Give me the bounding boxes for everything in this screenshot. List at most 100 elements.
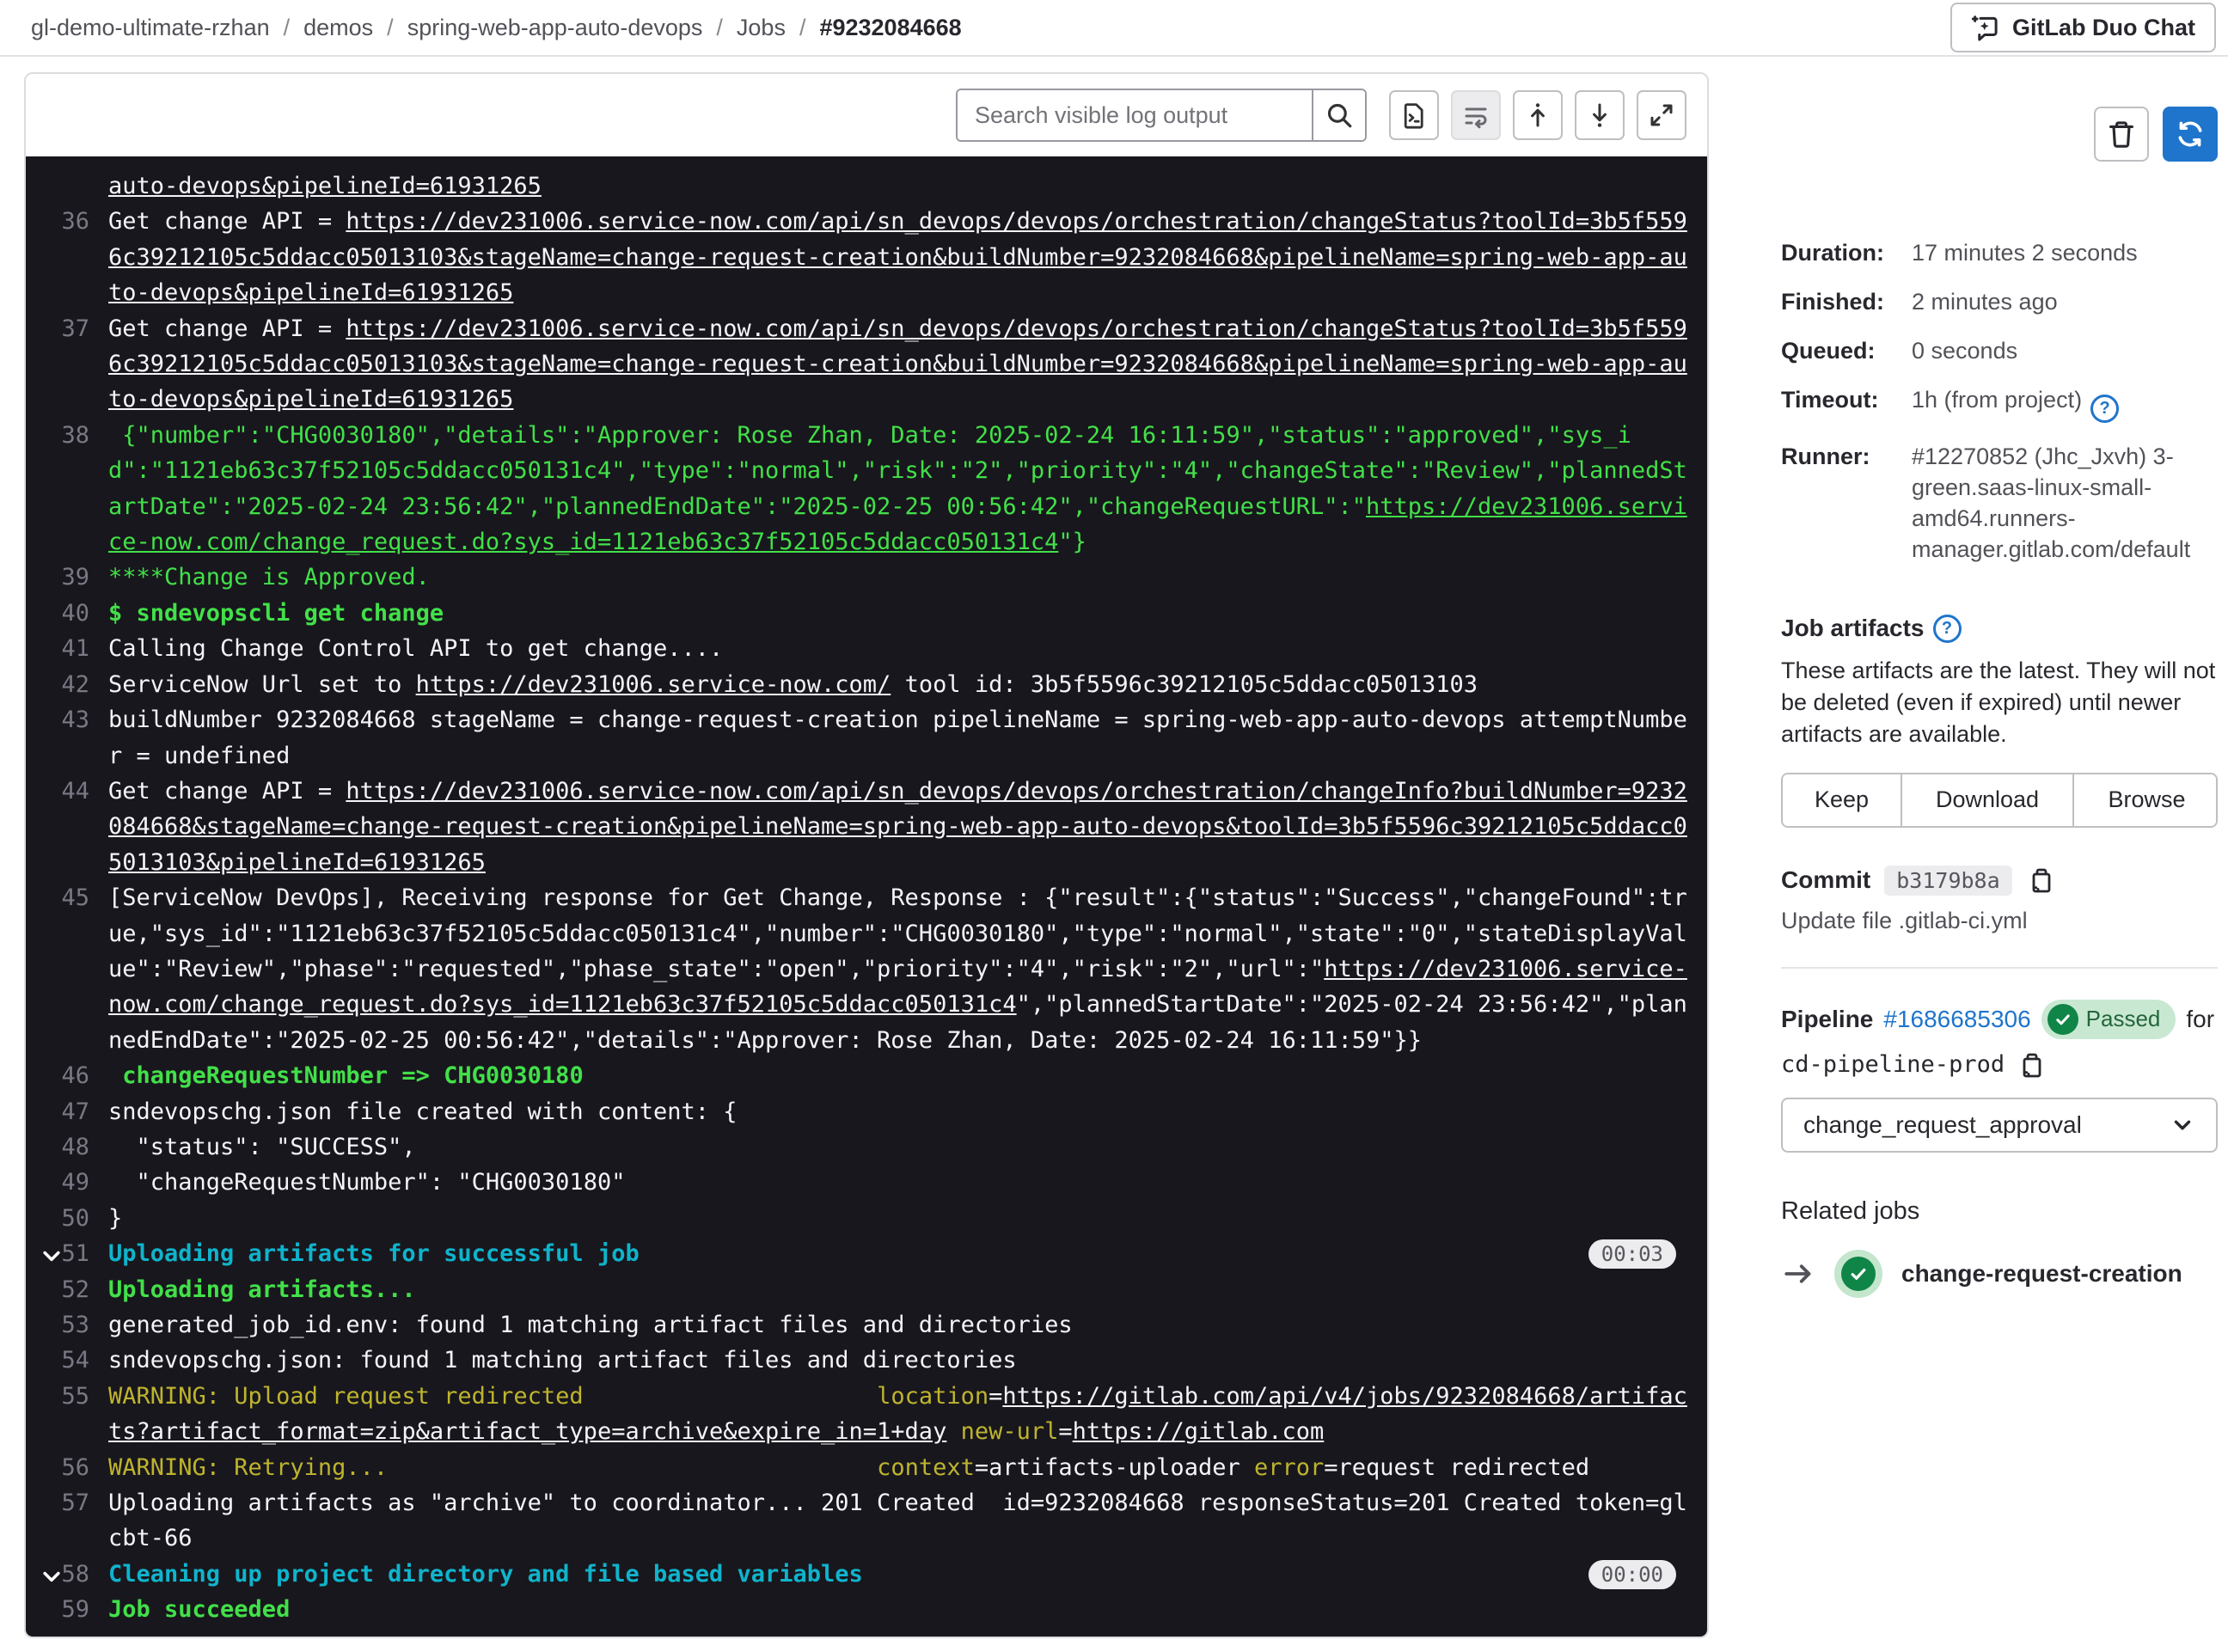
log-line-content: [ServiceNow DevOps], Receiving response …	[108, 880, 1688, 1058]
commit-sha-badge[interactable]: b3179b8a	[1884, 865, 2012, 896]
commit-row: Commit b3179b8a	[1781, 865, 2218, 896]
log-line-number[interactable]: 53	[26, 1307, 108, 1343]
copy-commit-sha-button[interactable]	[2026, 866, 2054, 894]
log-line-number[interactable]: 41	[26, 631, 108, 666]
log-line-number[interactable]: 55	[26, 1379, 108, 1450]
log-link[interactable]: https://dev231006.service-now.com/api/sn…	[108, 315, 1687, 413]
pipeline-status-badge[interactable]: Passed	[2041, 999, 2176, 1039]
copy-icon	[2026, 866, 2054, 894]
log-line-number[interactable]: 44	[26, 774, 108, 880]
timeout-help-icon[interactable]: ?	[2090, 394, 2120, 423]
log-text: Calling Change Control API to get change…	[108, 635, 724, 663]
detail-value: 1h (from project)	[1912, 387, 2083, 413]
breadcrumb-link[interactable]: Jobs	[737, 15, 786, 41]
scroll-to-top-button[interactable]	[1513, 90, 1563, 140]
scroll-to-bottom-button[interactable]	[1575, 90, 1625, 140]
fullscreen-button[interactable]	[1637, 90, 1686, 140]
detail-value-cell: 1h (from project)?	[1912, 384, 2218, 423]
log-line-57: 57 Uploading artifacts as "archive" to co…	[26, 1485, 1707, 1557]
log-line-number[interactable]: 43	[26, 702, 108, 774]
pipeline-link[interactable]: #1686685306	[1883, 1006, 2030, 1033]
detail-value-cell: #12270852 (Jhc_Jxvh) 3-green.saas-linux-…	[1912, 441, 2218, 565]
log-line-49: 49 "changeRequestNumber": "CHG0030180"	[26, 1165, 1707, 1200]
log-line-number[interactable]: 56	[26, 1450, 108, 1485]
log-line-48: 48 "status": "SUCCESS",	[26, 1129, 1707, 1165]
log-text: sndevopschg.json: found 1 matching artif…	[108, 1347, 1017, 1374]
gitlab-duo-chat-button[interactable]: GitLab Duo Chat	[1950, 3, 2216, 52]
pipeline-row: Pipeline #1686685306 Passed for	[1781, 999, 2218, 1039]
search-button[interactable]	[1312, 90, 1365, 140]
download-artifacts-button[interactable]: Download	[1901, 774, 2072, 826]
job-dropdown[interactable]: change_request_approval	[1781, 1097, 2218, 1153]
log-line-51[interactable]: 51 Uploading artifacts for successful job…	[26, 1236, 1707, 1271]
log-line-46: 46 changeRequestNumber => CHG0030180	[26, 1058, 1707, 1093]
log-link[interactable]: https://dev231006.service-now.com/api/sn…	[108, 208, 1687, 306]
log-line-54: 54 sndevopschg.json: found 1 matching art…	[26, 1343, 1707, 1378]
log-link[interactable]: https://gitlab.com	[1073, 1418, 1325, 1445]
breadcrumb-separator: /	[283, 14, 291, 40]
chevron-down-icon	[2170, 1112, 2195, 1138]
log-line-content: }	[108, 1201, 1688, 1236]
log-line-number[interactable]: 39	[26, 560, 108, 595]
keep-artifacts-button[interactable]: Keep	[1783, 774, 1901, 826]
log-link[interactable]: https://dev231006.service-now.com/api/sn…	[108, 778, 1687, 876]
browse-artifacts-button[interactable]: Browse	[2072, 774, 2216, 826]
log-line-content: WARNING: Retrying... context=artifacts-u…	[108, 1450, 1688, 1485]
log-line-number[interactable]: 46	[26, 1058, 108, 1093]
log-line-number[interactable]: 37	[26, 311, 108, 418]
retry-job-button[interactable]	[2163, 107, 2218, 162]
job-artifacts-title: Job artifacts ?	[1781, 614, 2218, 643]
log-text: new-url	[960, 1418, 1059, 1446]
log-text: Uploading artifacts as "archive" to coor…	[108, 1490, 1687, 1552]
log-line-content: Get change API = https://dev231006.servi…	[108, 204, 1688, 310]
log-link[interactable]: auto-devops&pipelineId=61931265	[108, 173, 542, 199]
log-line-number[interactable]: 42	[26, 667, 108, 702]
breadcrumb-link[interactable]: demos	[303, 15, 373, 41]
log-line-number[interactable]: 38	[26, 418, 108, 560]
log-line-number[interactable]: 52	[26, 1272, 108, 1307]
log-line-number[interactable]: 59	[26, 1592, 108, 1627]
pipeline-label: Pipeline	[1781, 1005, 1874, 1032]
log-line-number[interactable]: 40	[26, 596, 108, 631]
pipeline-for-text: for	[2186, 1005, 2215, 1032]
breadcrumb-link[interactable]: gl-demo-ultimate-rzhan	[31, 15, 270, 41]
related-job-item: change-request-creation	[1781, 1249, 2218, 1298]
search-input[interactable]	[958, 90, 1312, 140]
log-text: =artifacts-uploader	[974, 1453, 1254, 1481]
log-text: sndevopschg.json file created with conte…	[108, 1098, 738, 1125]
breadcrumb-link[interactable]: spring-web-app-auto-devops	[407, 15, 703, 41]
log-search-group	[956, 89, 1367, 142]
log-line-content: Uploading artifacts for successful job	[108, 1236, 1688, 1271]
fullscreen-icon	[1648, 101, 1675, 129]
log-line-number[interactable]: 47	[26, 1094, 108, 1129]
log-line-number[interactable]: 50	[26, 1201, 108, 1236]
artifacts-help-icon[interactable]: ?	[1932, 614, 1962, 643]
duo-chat-label: GitLab Duo Chat	[2012, 14, 2195, 40]
log-line-number[interactable]: 49	[26, 1165, 108, 1200]
breadcrumb-separator: /	[716, 14, 723, 40]
log-line-wrap: auto-devops&pipelineId=61931265	[26, 168, 1707, 204]
erase-job-log-button[interactable]	[2094, 107, 2149, 162]
log-line-number[interactable]: 45	[26, 880, 108, 1058]
log-line-content: sndevopschg.json: found 1 matching artif…	[108, 1343, 1688, 1378]
log-text: Cleaning up project directory and file b…	[108, 1560, 863, 1588]
detail-value: #12270852 (Jhc_Jxvh) 3-green.saas-linux-…	[1912, 443, 2191, 562]
log-line-number[interactable]	[26, 168, 108, 204]
show-raw-log-button[interactable]	[1389, 90, 1439, 140]
log-line-58[interactable]: 58 Cleaning up project directory and file…	[26, 1557, 1707, 1592]
wrap-lines-button[interactable]	[1451, 90, 1501, 140]
log-line-number[interactable]: 57	[26, 1485, 108, 1557]
log-line-number[interactable]: 58	[26, 1557, 108, 1592]
log-line-47: 47 sndevopschg.json file created with con…	[26, 1094, 1707, 1129]
log-line-number[interactable]: 51	[26, 1236, 108, 1271]
log-line-number[interactable]: 48	[26, 1129, 108, 1165]
job-log-card: auto-devops&pipelineId=6193126536Get cha…	[24, 72, 1709, 1638]
log-line-number[interactable]: 54	[26, 1343, 108, 1378]
copy-ref-button[interactable]	[2017, 1051, 2044, 1079]
log-line-number[interactable]: 36	[26, 204, 108, 310]
log-line-content: auto-devops&pipelineId=61931265	[108, 168, 1688, 204]
scroll-top-icon	[1524, 101, 1552, 129]
log-link[interactable]: https://dev231006.service-now.com/	[416, 671, 891, 698]
log-line-39: 39 ****Change is Approved.	[26, 560, 1707, 595]
related-job-link[interactable]: change-request-creation	[1901, 1260, 2182, 1288]
